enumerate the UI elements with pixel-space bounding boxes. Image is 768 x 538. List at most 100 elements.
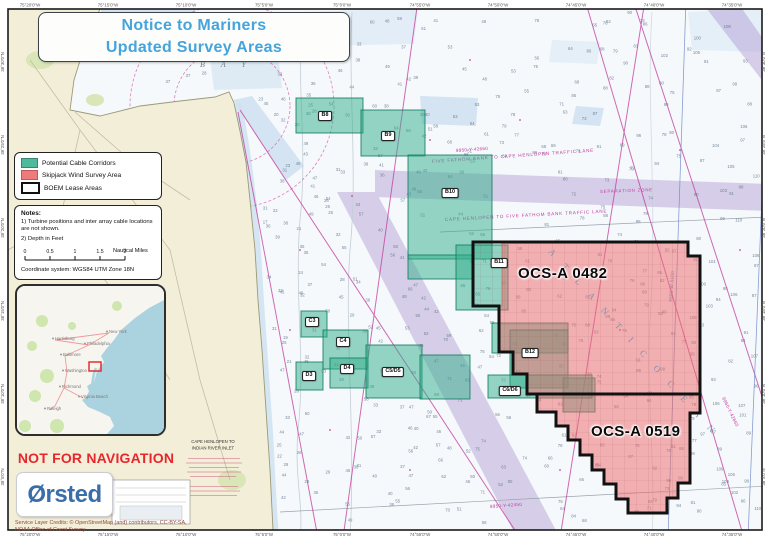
svg-text:60: 60 (425, 112, 430, 117)
lon-label: 74°45'0"W (566, 3, 587, 8)
svg-text:57: 57 (436, 443, 441, 448)
lon-label: 75°5'0"W (255, 3, 274, 8)
inset-city-label: Baltimore (63, 352, 81, 357)
svg-text:41: 41 (379, 163, 384, 168)
lon-label: 74°45'0"W (566, 532, 587, 537)
corridor-badge-B9: B9 (381, 131, 395, 141)
svg-text:35: 35 (304, 250, 309, 255)
svg-text:96: 96 (754, 383, 759, 388)
svg-text:90: 90 (694, 192, 699, 197)
svg-text:32: 32 (281, 118, 286, 123)
svg-text:48: 48 (402, 294, 407, 299)
svg-text:57: 57 (401, 198, 406, 203)
title-line-2: Updated Survey Areas (106, 37, 282, 59)
svg-text:79: 79 (613, 48, 618, 53)
svg-text:80: 80 (669, 130, 674, 135)
svg-text:44: 44 (424, 307, 429, 312)
lat-label: 38°20'0"N (761, 218, 766, 238)
svg-text:31: 31 (272, 326, 277, 331)
inset-city-label: Philadelphia (87, 341, 110, 346)
svg-text:75: 75 (676, 154, 681, 159)
svg-text:44: 44 (279, 430, 284, 435)
svg-text:42: 42 (346, 435, 351, 440)
inset-city-label: Richmond (62, 384, 82, 389)
svg-text:54: 54 (489, 354, 494, 359)
svg-text:42: 42 (281, 495, 286, 500)
lon-label: 74°35'0"W (722, 3, 743, 8)
svg-text:106: 106 (713, 401, 721, 406)
svg-text:38: 38 (384, 103, 389, 108)
svg-text:38: 38 (356, 57, 361, 62)
svg-text:73: 73 (582, 116, 587, 121)
svg-text:CAPE HENLOPEN TO: CAPE HENLOPEN TO (191, 439, 235, 444)
svg-text:68: 68 (582, 518, 587, 523)
svg-text:59: 59 (397, 16, 402, 21)
not-for-navigation-warning: NOT FOR NAVIGATION (16, 450, 176, 466)
inset-city-label: New York (109, 329, 128, 334)
svg-text:55: 55 (524, 89, 529, 94)
svg-text:71: 71 (559, 102, 564, 107)
svg-text:40: 40 (414, 426, 419, 431)
svg-text:97: 97 (740, 138, 745, 143)
corridor-badge-C5-D5: C5/D5 (382, 367, 404, 377)
svg-text:56: 56 (408, 448, 413, 453)
svg-text:47: 47 (299, 432, 304, 437)
notes-box: Notes: 1) Turbine positions and inter ar… (14, 205, 162, 280)
svg-text:36: 36 (266, 224, 271, 229)
svg-text:53: 53 (448, 45, 453, 50)
lat-label: 38°10'0"N (761, 384, 766, 404)
svg-text:52: 52 (368, 324, 373, 329)
svg-text:91: 91 (729, 191, 734, 196)
svg-text:70: 70 (443, 337, 448, 342)
svg-text:52: 52 (498, 482, 503, 487)
svg-text:34: 34 (356, 279, 361, 284)
svg-text:42: 42 (378, 339, 383, 344)
svg-text:57: 57 (359, 211, 364, 216)
lat-label: 38°30'0"N (761, 52, 766, 72)
svg-text:87: 87 (700, 158, 705, 163)
svg-text:103: 103 (720, 188, 728, 193)
svg-text:89: 89 (620, 143, 625, 148)
svg-text:42: 42 (406, 77, 411, 82)
svg-text:77: 77 (514, 133, 519, 138)
lon-label: 74°55'0"W (410, 3, 431, 8)
svg-text:105: 105 (727, 164, 735, 169)
svg-text:41: 41 (310, 184, 315, 189)
corridor-badge-B11: B11 (491, 258, 508, 268)
svg-text:45: 45 (339, 294, 344, 299)
svg-text:72: 72 (496, 353, 501, 358)
note-1: 1) Turbine positions and inter array cab… (21, 219, 155, 234)
svg-text:80: 80 (659, 81, 664, 86)
svg-text:1: 1 (74, 249, 77, 255)
corridor-badge-B12: B12 (522, 348, 539, 358)
svg-text:100: 100 (694, 35, 702, 40)
svg-text:44: 44 (349, 85, 354, 90)
svg-text:29: 29 (350, 313, 355, 318)
svg-text:98: 98 (744, 478, 749, 483)
svg-text:61: 61 (484, 132, 489, 137)
lon-label: 74°50'0"W (488, 532, 509, 537)
svg-text:47: 47 (413, 283, 418, 288)
svg-text:99: 99 (720, 216, 725, 221)
svg-text:42: 42 (434, 309, 439, 314)
svg-text:45: 45 (280, 290, 285, 295)
svg-text:60: 60 (544, 463, 549, 468)
title-line-1: Notice to Mariners (122, 15, 267, 37)
lat-label: 38°15'0"N (0, 301, 5, 321)
svg-text:46: 46 (436, 429, 441, 434)
corridor-badge-D3: D3 (302, 371, 316, 381)
svg-text:56: 56 (390, 252, 395, 257)
svg-text:96: 96 (636, 133, 641, 138)
svg-text:80: 80 (587, 49, 592, 54)
svg-text:99: 99 (732, 82, 737, 87)
svg-text:49: 49 (304, 141, 309, 146)
svg-text:22: 22 (277, 453, 282, 458)
svg-text:106: 106 (752, 253, 760, 258)
svg-text:66: 66 (438, 458, 443, 463)
svg-text:85: 85 (571, 93, 576, 98)
svg-text:49: 49 (309, 211, 314, 216)
svg-text:45: 45 (462, 67, 467, 72)
svg-text:41: 41 (433, 18, 438, 23)
legend-item-cable-corridors: Potential Cable Corridors (21, 158, 155, 168)
svg-text:88: 88 (645, 84, 650, 89)
